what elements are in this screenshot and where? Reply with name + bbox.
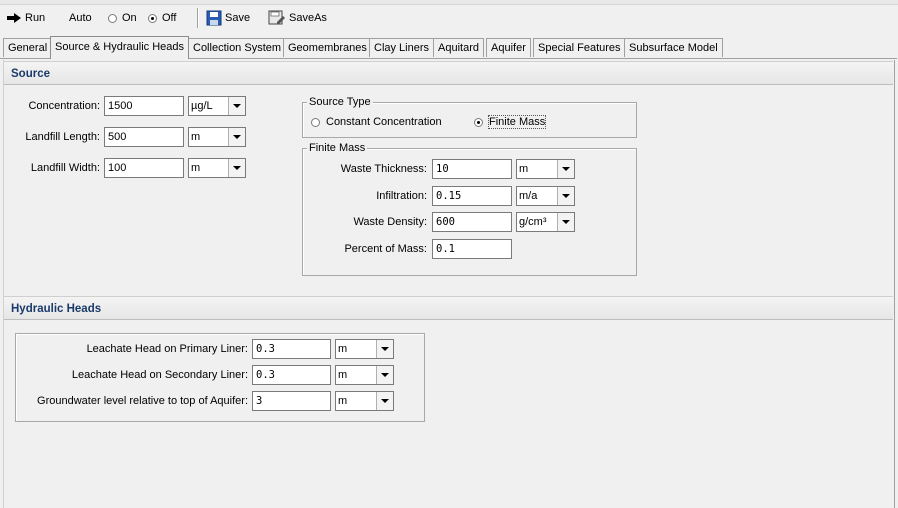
landfill-length-input[interactable]: 500 bbox=[104, 127, 184, 147]
tab-clay-liners[interactable]: Clay Liners bbox=[369, 38, 435, 57]
infiltration-unit-select[interactable]: m/a bbox=[516, 186, 575, 206]
concentration-input[interactable]: 1500 bbox=[104, 96, 184, 116]
tab-label: Clay Liners bbox=[374, 42, 430, 54]
auto-off-radio[interactable]: Off bbox=[148, 8, 176, 28]
tab-label: Aquitard bbox=[438, 42, 479, 54]
concentration-unit-select[interactable]: µg/L bbox=[188, 96, 246, 116]
saveas-button[interactable]: SaveAs bbox=[268, 8, 327, 28]
tab-general[interactable]: General bbox=[3, 38, 53, 57]
source-type-title: Source Type bbox=[307, 96, 373, 108]
percent-mass-label: Percent of Mass: bbox=[344, 243, 427, 255]
tab-label: Source & Hydraulic Heads bbox=[55, 41, 185, 53]
toolbar-separator bbox=[197, 8, 198, 28]
chevron-down-icon bbox=[228, 128, 245, 146]
tab-strip: General Source & Hydraulic Heads Collect… bbox=[0, 36, 898, 59]
finite-mass-title: Finite Mass bbox=[307, 142, 368, 154]
landfill-width-unit-select[interactable]: m bbox=[188, 158, 246, 178]
radio-checked-icon bbox=[474, 117, 483, 127]
secondary-head-unit-value: m bbox=[338, 369, 348, 381]
landfill-length-unit-value: m bbox=[191, 131, 201, 143]
secondary-head-unit-select[interactable]: m bbox=[335, 365, 394, 385]
finite-mass-radio[interactable]: Finite Mass bbox=[474, 112, 547, 132]
auto-on-label: On bbox=[122, 12, 137, 24]
tab-collection-system[interactable]: Collection System bbox=[188, 38, 287, 57]
primary-head-label: Leachate Head on Primary Liner: bbox=[86, 343, 248, 355]
infiltration-label: Infiltration: bbox=[376, 190, 427, 202]
constant-concentration-label: Constant Concentration bbox=[326, 116, 442, 128]
landfill-length-unit-select[interactable]: m bbox=[188, 127, 246, 147]
waste-thickness-unit-value: m bbox=[519, 163, 529, 175]
tab-special-features[interactable]: Special Features bbox=[533, 38, 626, 57]
infiltration-unit-value: m/a bbox=[519, 190, 538, 202]
waste-thickness-label: Waste Thickness: bbox=[340, 163, 427, 175]
landfill-width-unit-value: m bbox=[191, 162, 201, 174]
waste-density-label: Waste Density: bbox=[353, 216, 427, 228]
radio-circle-icon bbox=[108, 13, 117, 23]
secondary-head-input[interactable]: 0.3 bbox=[252, 365, 331, 385]
saveas-label: SaveAs bbox=[289, 12, 327, 24]
tab-label: Aquifer bbox=[491, 42, 526, 54]
finite-mass-label: Finite Mass bbox=[487, 115, 547, 129]
tab-label: Geomembranes bbox=[288, 42, 367, 54]
groundwater-level-label: Groundwater level relative to top of Aqu… bbox=[37, 395, 248, 407]
auto-label: Auto bbox=[69, 12, 92, 24]
concentration-label: Concentration: bbox=[28, 100, 100, 112]
chevron-down-icon bbox=[376, 392, 393, 410]
primary-head-unit-value: m bbox=[338, 343, 348, 355]
waste-thickness-input[interactable]: 10 bbox=[432, 159, 512, 179]
save-label: Save bbox=[225, 12, 251, 24]
chevron-down-icon bbox=[228, 97, 245, 115]
concentration-unit-value: µg/L bbox=[191, 100, 213, 112]
waste-density-input[interactable]: 600 bbox=[432, 212, 512, 232]
run-label: Run bbox=[25, 12, 46, 24]
title-bar-strip bbox=[0, 0, 898, 5]
tab-aquitard[interactable]: Aquitard bbox=[433, 38, 484, 57]
percent-mass-input[interactable]: 0.1 bbox=[432, 239, 512, 259]
groundwater-level-unit-select[interactable]: m bbox=[335, 391, 394, 411]
tab-aquifer[interactable]: Aquifer bbox=[486, 38, 531, 57]
waste-density-unit-value: g/cm³ bbox=[519, 216, 547, 228]
run-button[interactable]: Run bbox=[6, 8, 45, 28]
waste-density-unit-select[interactable]: g/cm³ bbox=[516, 212, 575, 232]
primary-head-unit-select[interactable]: m bbox=[335, 339, 394, 359]
secondary-head-label: Leachate Head on Secondary Liner: bbox=[71, 369, 248, 381]
constant-concentration-radio[interactable]: Constant Concentration bbox=[311, 112, 442, 132]
chevron-down-icon bbox=[228, 159, 245, 177]
landfill-width-label: Landfill Width: bbox=[30, 162, 100, 174]
radio-circle-icon bbox=[311, 117, 320, 127]
chevron-down-icon bbox=[557, 160, 574, 178]
chevron-down-icon bbox=[557, 213, 574, 231]
groundwater-level-input[interactable]: 3 bbox=[252, 391, 331, 411]
infiltration-input[interactable]: 0.15 bbox=[432, 186, 512, 206]
primary-head-input[interactable]: 0.3 bbox=[252, 339, 331, 359]
tab-label: General bbox=[8, 42, 48, 54]
hydraulic-section-header: Hydraulic Heads bbox=[4, 296, 893, 320]
save-button[interactable]: Save bbox=[206, 8, 250, 28]
auto-off-label: Off bbox=[162, 12, 177, 24]
chevron-down-icon bbox=[376, 340, 393, 358]
save-as-icon bbox=[268, 10, 285, 25]
tab-subsurface-model[interactable]: Subsurface Model bbox=[624, 38, 723, 57]
tab-source-hydraulic-heads[interactable]: Source & Hydraulic Heads bbox=[50, 36, 190, 59]
landfill-width-input[interactable]: 100 bbox=[104, 158, 184, 178]
source-section-header: Source bbox=[4, 61, 893, 85]
landfill-length-label: Landfill Length: bbox=[25, 131, 100, 143]
groundwater-level-unit-value: m bbox=[338, 395, 348, 407]
tab-label: Collection System bbox=[193, 42, 282, 54]
chevron-down-icon bbox=[557, 187, 574, 205]
tab-label: Special Features bbox=[538, 42, 621, 54]
tab-geomembranes[interactable]: Geomembranes bbox=[283, 38, 372, 57]
chevron-down-icon bbox=[376, 366, 393, 384]
auto-on-radio[interactable]: On bbox=[108, 8, 137, 28]
floppy-disk-icon bbox=[206, 10, 222, 26]
waste-thickness-unit-select[interactable]: m bbox=[516, 159, 575, 179]
tab-label: Subsurface Model bbox=[629, 42, 718, 54]
radio-checked-icon bbox=[148, 13, 157, 23]
run-arrow-icon bbox=[7, 13, 21, 23]
